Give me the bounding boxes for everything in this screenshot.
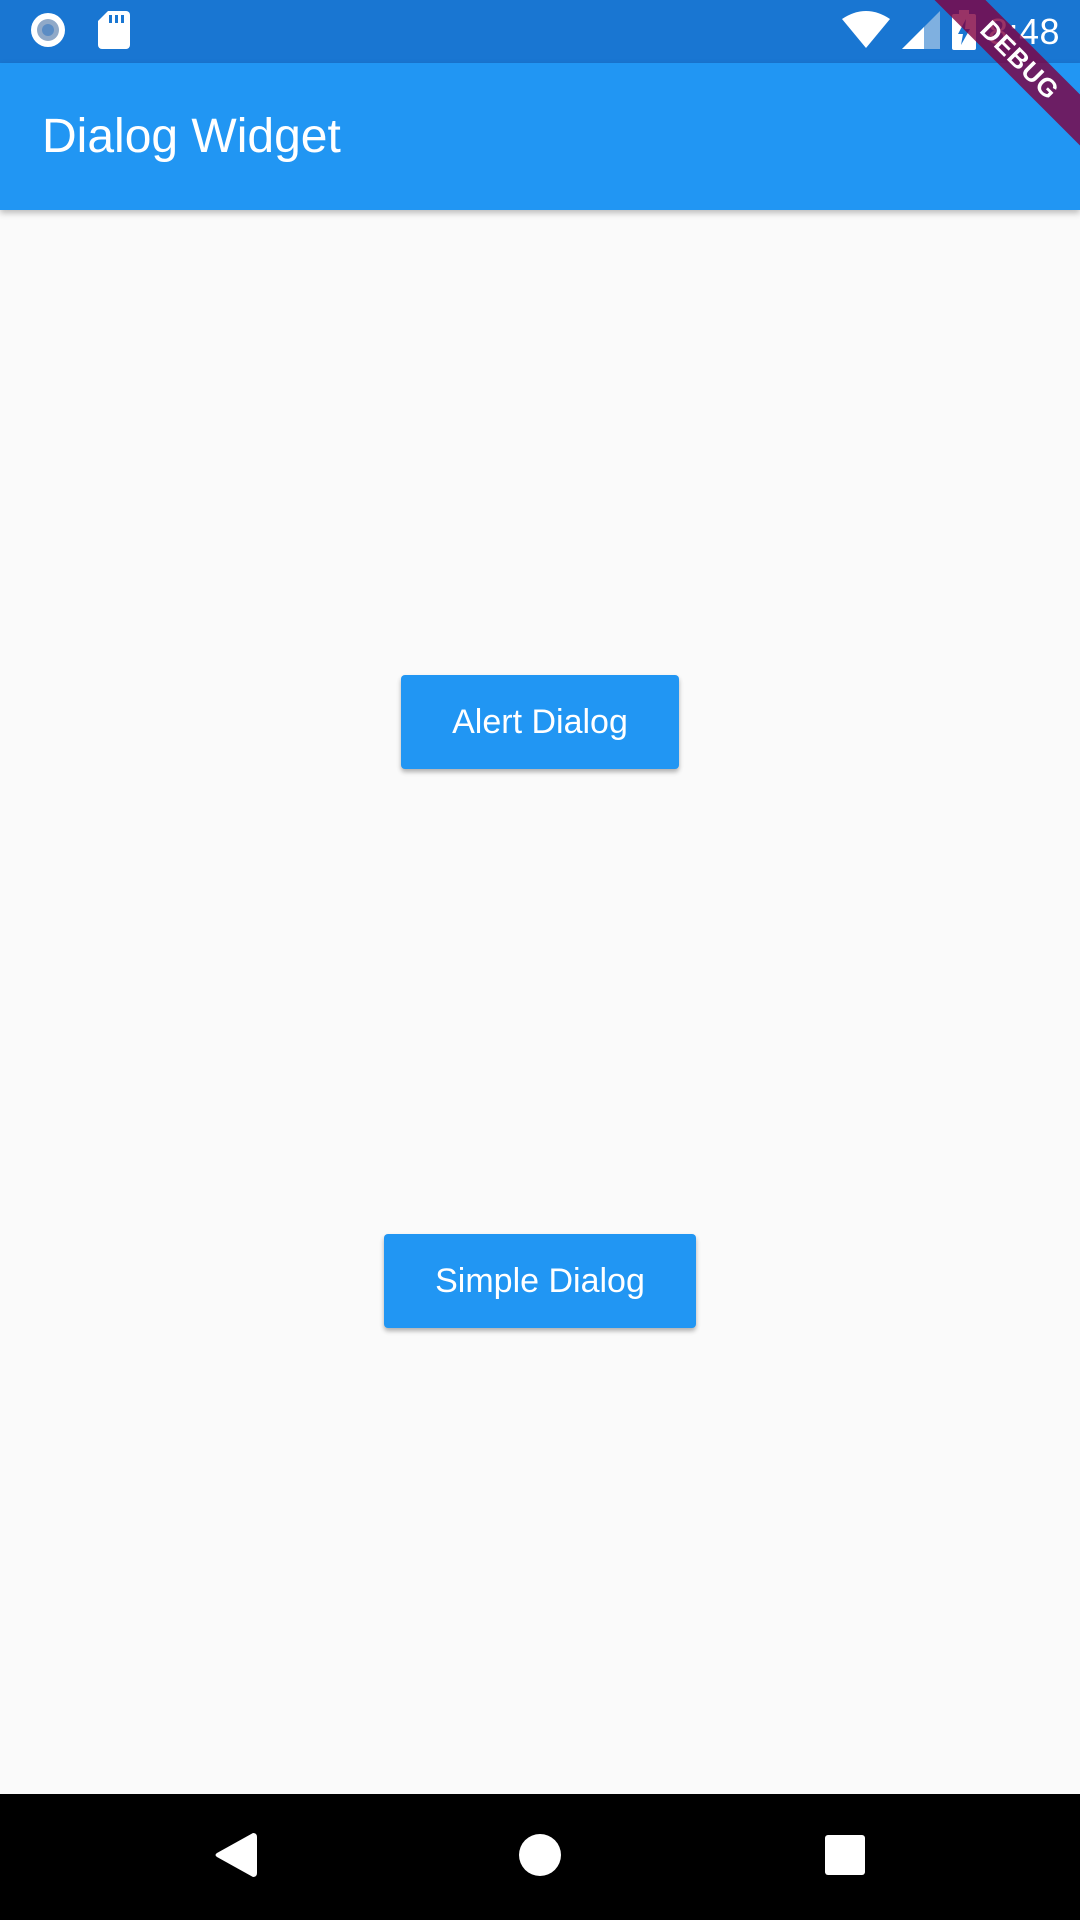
- app-title: Dialog Widget: [42, 110, 341, 163]
- home-button[interactable]: [505, 1822, 575, 1892]
- navigation-bar: [0, 1794, 1080, 1920]
- home-icon: [518, 1833, 562, 1882]
- record-icon: [28, 10, 68, 55]
- simple-dialog-button[interactable]: Simple Dialog: [384, 1234, 696, 1328]
- recent-apps-button[interactable]: [810, 1822, 880, 1892]
- sd-card-icon: [98, 10, 130, 54]
- back-icon: [213, 1831, 257, 1884]
- recent-apps-icon: [825, 1834, 865, 1880]
- wifi-icon: [841, 10, 890, 54]
- screen: 8:48 DEBUG Dialog Widget Alert Dialog Si…: [0, 0, 1080, 1920]
- signal-icon: [901, 10, 940, 54]
- back-button[interactable]: [200, 1822, 270, 1892]
- alert-dialog-button[interactable]: Alert Dialog: [401, 675, 679, 769]
- status-left-icons: [28, 10, 130, 55]
- app-bar: Dialog Widget: [0, 63, 1080, 210]
- status-bar: 8:48: [0, 0, 1080, 63]
